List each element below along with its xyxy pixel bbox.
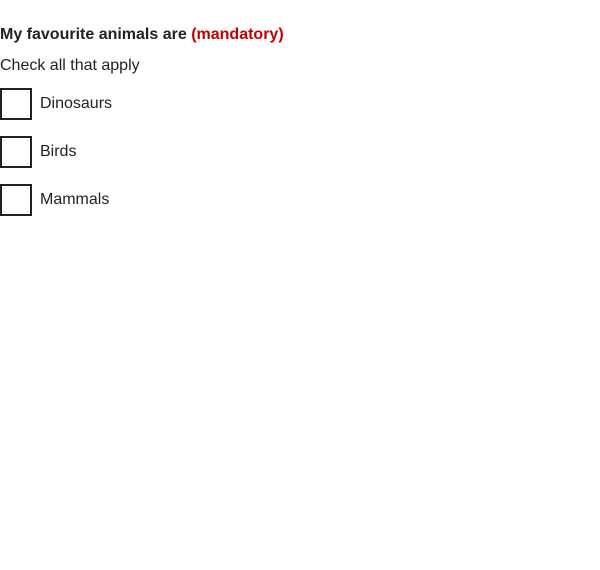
dinosaurs-checkbox[interactable]	[0, 88, 32, 120]
option-birds[interactable]: Birds	[0, 136, 600, 168]
mammals-checkbox[interactable]	[0, 184, 32, 216]
checkbox-group: Dinosaurs Birds Mammals	[0, 88, 600, 216]
question-legend: My favourite animals are (mandatory)	[0, 24, 600, 46]
birds-label[interactable]: Birds	[40, 142, 76, 162]
dinosaurs-label[interactable]: Dinosaurs	[40, 94, 112, 114]
legend-text: My favourite animals are	[0, 26, 187, 43]
mammals-label[interactable]: Mammals	[40, 190, 109, 210]
option-dinosaurs[interactable]: Dinosaurs	[0, 88, 600, 120]
favourite-animals-fieldset: My favourite animals are (mandatory) Che…	[0, 24, 600, 232]
question-hint: Check all that apply	[0, 57, 140, 74]
required-marker: (mandatory)	[191, 26, 284, 43]
birds-checkbox[interactable]	[0, 136, 32, 168]
option-mammals[interactable]: Mammals	[0, 184, 600, 216]
